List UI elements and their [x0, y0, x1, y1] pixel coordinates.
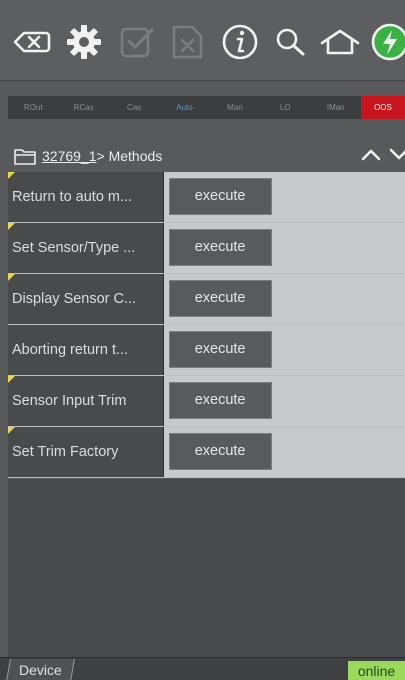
method-label: Return to auto m... — [8, 172, 163, 222]
breadcrumb-link[interactable]: 32769_1 — [42, 148, 97, 164]
info-icon[interactable] — [218, 20, 262, 64]
backspace-icon[interactable] — [10, 20, 54, 64]
breadcrumb: 32769_1 > Methods — [14, 144, 162, 168]
table-row: Set Sensor/Type ... execute — [8, 223, 405, 274]
mode-rcas[interactable]: RCas — [58, 96, 108, 119]
mode-lo[interactable]: LO — [260, 96, 310, 119]
table-row: Set Trim Factory execute — [8, 427, 405, 478]
execute-button[interactable]: execute — [168, 178, 272, 215]
mode-bar: ROut RCas Cas Auto Man LO IMan OOS — [8, 96, 405, 119]
method-cell: execute — [163, 274, 405, 324]
status-badge: online — [348, 661, 405, 680]
execute-button[interactable]: execute — [168, 331, 272, 368]
table-row: Aborting return t... execute — [8, 325, 405, 376]
search-icon[interactable] — [268, 20, 312, 64]
table-row: Display Sensor C... execute — [8, 274, 405, 325]
gear-icon[interactable] — [62, 20, 106, 64]
method-label: Display Sensor C... — [8, 274, 163, 324]
flag-marker — [8, 274, 15, 281]
toolbar-divider — [0, 80, 405, 81]
method-cell: execute — [163, 325, 405, 375]
toolbar — [0, 0, 405, 80]
method-label-text: Return to auto m... — [12, 189, 133, 205]
mode-cas[interactable]: Cas — [109, 96, 159, 119]
execute-button[interactable]: execute — [168, 280, 272, 317]
execute-button[interactable]: execute — [168, 433, 272, 470]
flag-marker — [8, 223, 15, 230]
empty-area — [8, 479, 405, 657]
home-icon[interactable] — [318, 20, 362, 64]
chevron-down-icon[interactable] — [388, 146, 405, 162]
tab-device[interactable]: Device — [6, 659, 75, 680]
method-cell: execute — [163, 223, 405, 273]
execute-button[interactable]: execute — [168, 229, 272, 266]
table-row: Sensor Input Trim execute — [8, 376, 405, 427]
mode-oos[interactable]: OOS — [360, 96, 405, 119]
method-label: Sensor Input Trim — [8, 376, 163, 426]
flag-marker — [8, 376, 15, 383]
method-cell: execute — [163, 376, 405, 426]
method-label: Set Trim Factory — [8, 427, 163, 477]
method-cell: execute — [163, 427, 405, 477]
method-label-text: Aborting return t... — [12, 342, 129, 358]
flag-marker — [8, 172, 15, 179]
mode-man[interactable]: Man — [210, 96, 260, 119]
folder-icon — [14, 149, 36, 165]
mode-rout[interactable]: ROut — [8, 96, 58, 119]
mode-auto[interactable]: Auto — [159, 96, 209, 119]
execute-button[interactable]: execute — [168, 382, 272, 419]
method-label: Aborting return t... — [8, 325, 163, 375]
table-row: Return to auto m... execute — [8, 172, 405, 223]
method-label: Set Sensor/Type ... — [8, 223, 163, 273]
method-label-text: Set Trim Factory — [12, 444, 119, 460]
flag-marker — [8, 427, 15, 434]
breadcrumb-current: > Methods — [96, 148, 163, 164]
methods-table: Return to auto m... execute Set Sensor/Typ… — [8, 172, 405, 478]
footer: Device online — [0, 657, 405, 680]
mode-iman[interactable]: IMan — [311, 96, 361, 119]
checkbox-doc-icon[interactable] — [114, 20, 158, 64]
method-label-text: Sensor Input Trim — [12, 393, 127, 409]
method-label-text: Set Sensor/Type ... — [12, 240, 136, 256]
power-icon[interactable] — [368, 20, 405, 64]
close-doc-icon[interactable] — [165, 20, 209, 64]
method-label-text: Display Sensor C... — [12, 291, 137, 307]
tab-device-label: Device — [19, 662, 62, 678]
method-cell: execute — [163, 172, 405, 222]
chevron-up-icon[interactable] — [360, 146, 382, 162]
